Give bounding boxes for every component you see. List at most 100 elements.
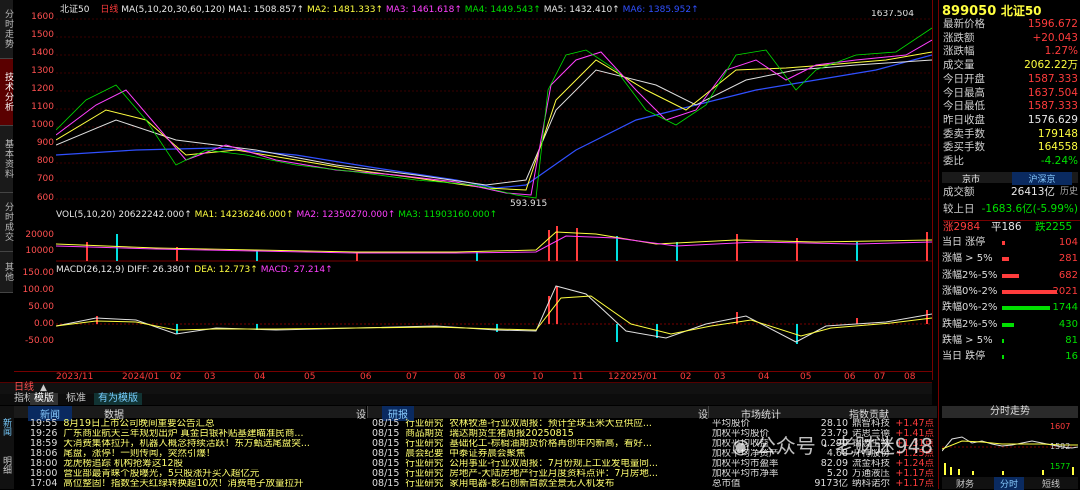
macd-diff: DIFF: 26.380↑ — [127, 265, 192, 275]
news-item[interactable]: 18:00 龙虎榜追踪 机构抢筹这12股 — [30, 459, 364, 469]
research-title: 农林牧渔-行业双周报：预计全球玉米大豆供应... — [449, 419, 652, 429]
research-date: 08/15 — [372, 459, 400, 469]
research-title: 瑞达期货生猪周报20250815 — [449, 429, 574, 439]
news-time: 18:06 — [30, 449, 58, 459]
macd-label: MACD(26,12,9) — [56, 265, 125, 275]
contrib-points: +1.24点 — [895, 459, 934, 469]
stat-label: 加权平均市净率 — [712, 469, 779, 479]
date-tick: 03 — [204, 372, 216, 382]
price-chart[interactable]: 593.915 1637.504 — [56, 10, 932, 208]
tab-mini-intraday[interactable]: 分时 — [994, 477, 1024, 490]
research-type: 行业研究 — [405, 479, 444, 489]
stats-row: 加权平均市盈率 82.09 流金科技 +1.24点 — [712, 459, 936, 469]
tab-short[interactable]: 短线 — [1042, 477, 1060, 490]
side-tab-news[interactable]: 新闻 — [1, 418, 13, 436]
news-item[interactable]: 18:06 尾盘，涨停！一则传闻，突然引爆！ — [30, 449, 364, 459]
macd-dea: DEA: 12.773↑ — [194, 265, 258, 275]
tab-hsj[interactable]: 沪深京 — [1012, 172, 1072, 185]
contrib-stock[interactable]: 鼎智科技 — [852, 419, 890, 429]
quote-value: 2062.22万 — [1024, 59, 1078, 72]
news-item[interactable]: 18:59 大消费集体拉升，机器人概念持续活跃！东方甄选尾盘突... — [30, 439, 364, 449]
quote-label: 今日开盘 — [943, 72, 985, 85]
close-line — [56, 27, 932, 199]
date-tick: 08 — [454, 372, 466, 382]
price-tick: 1500 — [31, 30, 54, 40]
distribution-value: 430 — [1058, 318, 1078, 330]
price-tick: 700 — [36, 174, 54, 184]
news-time: 18:00 — [30, 469, 58, 479]
vol-header: VOL(5,10,20) 20622242.000↑ MA1: 14236246… — [56, 210, 497, 220]
stat-label: 加权平均市盈率 — [712, 459, 779, 469]
tab-fundamentals[interactable]: 基本资料 — [0, 126, 13, 193]
expand-icon[interactable]: ▲ — [40, 383, 47, 393]
macd-chart[interactable] — [56, 276, 932, 371]
quote-label: 今日最高 — [943, 86, 985, 99]
contrib-stock[interactable]: 纳科诺尔 — [852, 479, 890, 489]
research-item[interactable]: 08/15 行业研究 家用电器-影石创新首款全景无人机发布 — [372, 479, 706, 489]
distribution-bar — [1002, 355, 1004, 360]
research-item[interactable]: 08/15 商品期货 瑞达期货生猪周报20250815 — [372, 429, 706, 439]
tab-finance[interactable]: 财务 — [956, 477, 974, 490]
tab-other[interactable]: 其他 — [0, 252, 13, 293]
watermark: ◉ 公众号 · 老财迷948 — [732, 430, 933, 459]
distribution-row: 涨幅0%-2% 2021 — [942, 285, 1080, 298]
quote-label: 成交量 — [943, 59, 975, 72]
macd-tick: 100.00 — [22, 285, 55, 295]
contrib-stock[interactable]: 万通液压 — [852, 469, 890, 479]
tab-youwei[interactable]: 有为模版 — [94, 393, 142, 405]
tab-trades[interactable]: 分时成交 — [0, 193, 13, 252]
date-tick: 04 — [254, 372, 266, 382]
price-tick: 1100 — [31, 102, 54, 112]
quote-code: 899050 — [942, 4, 997, 19]
distribution-bar — [1002, 322, 1014, 327]
breadth-row: 涨2984 平186 跌2255 — [943, 220, 1080, 235]
stats-row: 平均股价 28.10 鼎智科技 +1.47点 — [712, 419, 936, 429]
quote-value: 179148 — [1037, 127, 1078, 140]
research-title: 家用电器-影石创新首款全景无人机发布 — [449, 479, 615, 489]
news-headline: 营业部最青睐个股曝光，5只股涨升买入超亿元 — [63, 469, 260, 479]
quote-value: 164558 — [1037, 141, 1078, 154]
distribution-bar — [1002, 257, 1009, 262]
research-item[interactable]: 08/15 行业研究 公用事业-行业双周报：7月份规上工业发电量同... — [372, 459, 706, 469]
news-item[interactable]: 19:55 8月19日上市公司晚间重要公告汇总 — [30, 419, 364, 429]
date-tick: 09 — [494, 372, 506, 382]
side-tab-detail[interactable]: 明细 — [1, 456, 13, 474]
research-item[interactable]: 08/15 行业研究 基础化工-棕榈油期货价格再创年内新高，看好... — [372, 439, 706, 449]
history-link[interactable]: 历史 — [1060, 186, 1078, 200]
price-tick: 1600 — [31, 12, 54, 22]
quote-label: 委卖手数 — [943, 127, 985, 140]
tab-template[interactable]: 模版 — [30, 393, 58, 405]
research-item[interactable]: 08/15 晨会纪要 中泰证券晨会聚焦 — [372, 449, 706, 459]
ma120-line — [56, 54, 932, 189]
distribution-label: 跌幅 > 5% — [942, 334, 993, 346]
quote-value: 1587.333 — [1027, 100, 1078, 113]
news-time: 19:26 — [30, 429, 58, 439]
news-headline: 尾盘，涨停！一则传闻，突然引爆！ — [63, 449, 216, 459]
quote-label: 委比 — [943, 155, 964, 167]
mini-y2: 1592 — [1050, 442, 1070, 451]
news-item[interactable]: 19:26 广东商业航天三年规划出炉 真金白银补贴基建瞄准民商... — [30, 429, 364, 439]
volume-chart[interactable] — [56, 222, 932, 262]
news-item[interactable]: 17:04 高位整固！指数全天红绿转换超10次！消费电子放量拉升 — [30, 479, 364, 489]
distribution-bar — [1002, 273, 1020, 278]
research-item[interactable]: 08/15 行业研究 房地产-大陆房地产行业月度资料点评：7月房地... — [372, 469, 706, 479]
mini-intraday-chart[interactable]: 1607 1592 1577 — [942, 419, 1078, 475]
date-tick: 12 — [608, 372, 620, 382]
contrib-points: +1.17点 — [895, 469, 934, 479]
research-date: 08/15 — [372, 479, 400, 489]
contrib-stock[interactable]: 流金科技 — [852, 459, 890, 469]
stat-value: 28.10 — [820, 419, 848, 429]
distribution-value: 2021 — [1052, 285, 1078, 297]
quote-value: 1587.333 — [1027, 72, 1078, 85]
news-item[interactable]: 18:00 营业部最青睐个股曝光，5只股涨升买入超亿元 — [30, 469, 364, 479]
tab-standard[interactable]: 标准 — [62, 393, 90, 405]
distribution-row: 涨幅 > 5% 281 — [942, 252, 1080, 265]
distribution-label: 跌幅2%-5% — [942, 318, 998, 330]
research-item[interactable]: 08/15 行业研究 农林牧渔-行业双周报：预计全球玉米大豆供应... — [372, 419, 706, 429]
research-type: 行业研究 — [405, 459, 444, 469]
tab-intraday[interactable]: 分时走势 — [0, 0, 13, 59]
tab-bj[interactable]: 京市 — [962, 172, 980, 185]
ma60-line — [56, 59, 932, 186]
tab-technical[interactable]: 技术分析 — [0, 59, 13, 126]
date-tick: 06 — [360, 372, 372, 382]
